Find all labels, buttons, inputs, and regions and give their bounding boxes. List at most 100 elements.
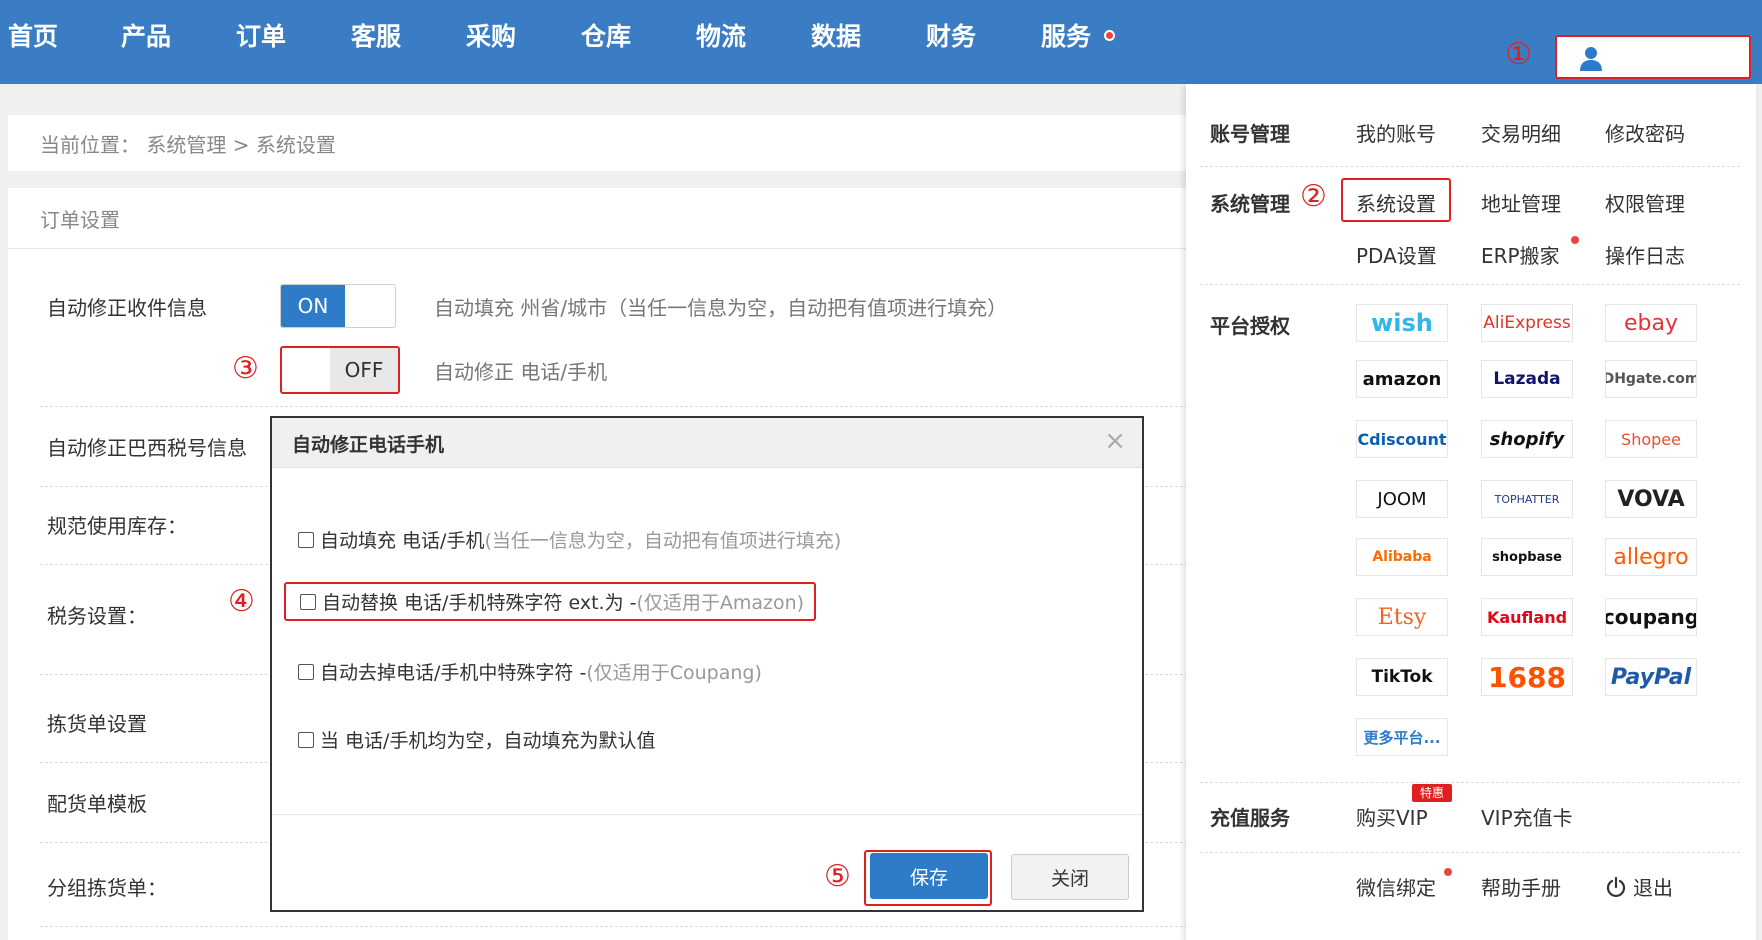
link-operation-log[interactable]: 操作日志 — [1605, 240, 1685, 269]
logo-shopee[interactable]: Shopee — [1605, 420, 1697, 458]
nav-warehouse[interactable]: 仓库 — [581, 20, 631, 54]
promo-badge: 特惠 — [1412, 784, 1452, 802]
logo-kaufland[interactable]: Kaufland — [1481, 598, 1573, 636]
user-dropdown-menu: 账号管理 我的账号 交易明细 修改密码 系统管理 ② 系统设置 地址管理 权限管… — [1186, 84, 1756, 940]
notification-dot — [1104, 30, 1115, 41]
nav-finance[interactable]: 财务 — [926, 20, 976, 54]
link-permissions[interactable]: 权限管理 — [1605, 188, 1685, 217]
logout-label: 退出 — [1633, 876, 1673, 900]
toggle-auto-fix-phone[interactable]: OFF — [280, 346, 400, 394]
link-vip-card[interactable]: VIP充值卡 — [1481, 802, 1573, 831]
logo-tophatter[interactable]: TOPHATTER — [1481, 480, 1573, 518]
nav-purchase[interactable]: 采购 — [466, 20, 516, 54]
breadcrumb-text: 当前位置： 系统管理 > 系统设置 — [40, 133, 336, 157]
link-erp-migration[interactable]: ERP搬家 — [1481, 240, 1560, 269]
logo-amazon[interactable]: amazon — [1356, 360, 1448, 398]
link-change-password[interactable]: 修改密码 — [1605, 118, 1685, 147]
logo-lazada[interactable]: Lazada — [1481, 360, 1573, 398]
logo-dhgate[interactable]: DHgate.com — [1605, 360, 1697, 398]
nav-products[interactable]: 产品 — [121, 20, 171, 54]
divider — [8, 248, 1188, 249]
top-nav: 首页 产品 订单 客服 采购 仓库 物流 数据 财务 服务 ① — [0, 0, 1762, 84]
option-text: 自动去掉电话/手机中特殊字符 - — [320, 662, 587, 684]
link-buy-vip[interactable]: 购买VIP — [1356, 802, 1428, 831]
link-address-management[interactable]: 地址管理 — [1481, 188, 1561, 217]
link-help-manual[interactable]: 帮助手册 — [1481, 872, 1561, 901]
option-hint: (仅适用于Amazon) — [636, 592, 805, 614]
checkbox[interactable] — [300, 593, 316, 610]
logo-ebay[interactable]: ebay — [1605, 304, 1697, 342]
user-icon — [1580, 47, 1602, 71]
close-icon[interactable]: × — [1104, 426, 1126, 456]
close-button[interactable]: 关闭 — [1011, 854, 1129, 900]
category-platform-auth: 平台授权 — [1210, 314, 1290, 338]
logo-paypal[interactable]: PayPal — [1605, 658, 1697, 696]
logo-1688[interactable]: 1688 — [1481, 658, 1573, 696]
checkbox[interactable] — [298, 731, 314, 748]
option-remove-special-chars[interactable]: 自动去掉电话/手机中特殊字符 - (仅适用于Coupang) — [298, 658, 762, 685]
logo-allegro[interactable]: allegro — [1605, 538, 1697, 576]
divider — [1200, 284, 1740, 285]
option-replace-ext[interactable]: 自动替换 电话/手机特殊字符 ext.为 - (仅适用于Amazon) — [284, 582, 817, 621]
marker-1: ① — [1505, 37, 1532, 72]
nav-service[interactable]: 服务 — [1041, 20, 1091, 54]
row-divider — [40, 406, 1188, 407]
logo-vova[interactable]: VOVA — [1605, 480, 1697, 518]
logo-shopbase[interactable]: shopbase — [1481, 538, 1573, 576]
divider — [1200, 852, 1740, 853]
logo-aliexpress[interactable]: AliExpress — [1481, 304, 1573, 342]
logo-coupang[interactable]: coupang — [1605, 598, 1697, 636]
checkbox[interactable] — [298, 531, 314, 548]
divider — [1200, 166, 1740, 167]
breadcrumb: 当前位置： 系统管理 > 系统设置 — [8, 115, 1188, 171]
link-wechat-bind[interactable]: 微信绑定 — [1356, 872, 1436, 901]
marker-3: ③ — [232, 351, 259, 386]
logo-etsy[interactable]: Etsy — [1356, 598, 1448, 636]
user-menu-button[interactable] — [1555, 35, 1751, 79]
logo-tiktok[interactable]: TikTok — [1356, 658, 1448, 696]
category-system: 系统管理 — [1210, 192, 1290, 216]
marker-2: ② — [1300, 179, 1327, 214]
option-default-value[interactable]: 当 电话/手机均为空，自动填充为默认值 — [298, 726, 655, 753]
logo-shopify[interactable]: shopify — [1481, 420, 1573, 458]
divider — [1200, 782, 1740, 783]
toggle-auto-fill-state-city[interactable]: ON — [280, 284, 396, 328]
row-label-picking-list: 拣货单设置 — [47, 712, 147, 736]
toggle-off-label: OFF — [330, 348, 398, 392]
link-system-settings[interactable]: 系统设置 — [1356, 188, 1436, 217]
nav-orders[interactable]: 订单 — [236, 20, 286, 54]
option-text: 自动替换 电话/手机特殊字符 ext.为 - — [322, 592, 637, 614]
option-text: 自动填充 电话/手机 — [320, 530, 485, 552]
link-transactions[interactable]: 交易明细 — [1481, 118, 1561, 147]
marker-5: ⑤ — [824, 859, 851, 894]
logo-wish[interactable]: wish — [1356, 304, 1448, 342]
logo-alibaba[interactable]: Alibaba — [1356, 538, 1448, 576]
marker-4: ④ — [228, 584, 255, 619]
row-label-brazil-tax: 自动修正巴西税号信息 — [47, 436, 247, 460]
logo-joom[interactable]: JOOM — [1356, 480, 1448, 518]
option-auto-fill-phone[interactable]: 自动填充 电话/手机 (当任一信息为空，自动把有值项进行填充) — [298, 526, 841, 553]
auto-fix-phone-dialog: 自动修正电话手机 × 自动填充 电话/手机 (当任一信息为空，自动把有值项进行填… — [270, 416, 1144, 912]
option-text: 当 电话/手机均为空，自动填充为默认值 — [320, 730, 656, 752]
link-pda-settings[interactable]: PDA设置 — [1356, 240, 1437, 269]
category-recharge: 充值服务 — [1210, 806, 1290, 830]
logout-link[interactable]: 退出 — [1605, 872, 1673, 901]
nav-customer-service[interactable]: 客服 — [351, 20, 401, 54]
logo-cdiscount[interactable]: Cdiscount — [1356, 420, 1448, 458]
nav-data[interactable]: 数据 — [811, 20, 861, 54]
link-more-platforms[interactable]: 更多平台... — [1356, 718, 1448, 756]
dialog-header: 自动修正电话手机 × — [272, 418, 1142, 468]
row-label-tax-settings: 税务设置： — [47, 604, 147, 628]
link-my-account[interactable]: 我的账号 — [1356, 118, 1436, 147]
nav-home[interactable]: 首页 — [8, 20, 58, 54]
nav-logistics[interactable]: 物流 — [696, 20, 746, 54]
row-label-packing-template: 配货单模板 — [47, 792, 147, 816]
notification-dot — [1571, 236, 1579, 244]
notification-dot — [1444, 868, 1452, 876]
toggle-on-label: ON — [281, 285, 345, 327]
row-label-auto-fix-recipient: 自动修正收件信息 — [47, 296, 207, 320]
row-desc-auto-fix-phone: 自动修正 电话/手机 — [434, 360, 608, 384]
row-label-inventory: 规范使用库存： — [47, 514, 187, 538]
power-icon — [1606, 876, 1626, 897]
checkbox[interactable] — [298, 663, 314, 680]
